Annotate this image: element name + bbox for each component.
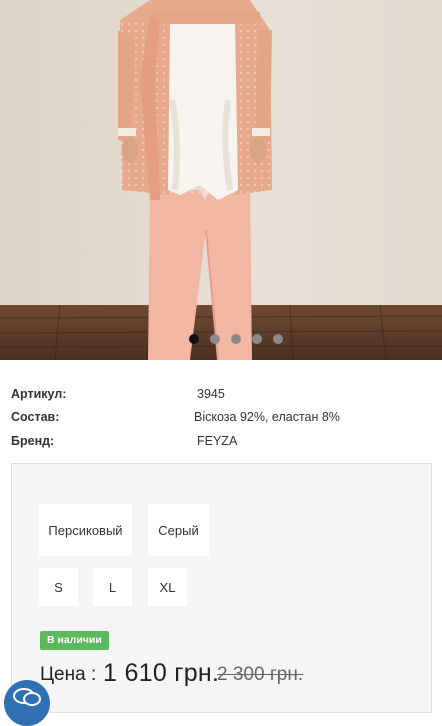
attribute-label: Бренд: — [11, 434, 55, 448]
in-stock-badge: В наличии — [40, 631, 109, 650]
attribute-composition: Состав: Віскоза 92%, еластан 8% — [11, 409, 431, 425]
product-image — [0, 0, 442, 360]
size-option-xl[interactable]: XL — [148, 568, 187, 606]
attribute-label: Состав: — [11, 410, 60, 424]
carousel-dot[interactable] — [231, 334, 241, 344]
price-label: Цена : — [40, 664, 97, 685]
carousel-dot[interactable] — [210, 334, 220, 344]
product-options: Персиковый Серый S L XL В наличии Цена :… — [11, 463, 432, 713]
old-price: 2 300 грн. — [217, 664, 304, 685]
attribute-value: Віскоза 92%, еластан 8% — [194, 410, 340, 424]
attribute-value: FEYZA — [197, 434, 238, 448]
current-price: 1 610 грн. — [103, 659, 220, 687]
carousel-dot[interactable] — [252, 334, 262, 344]
size-option-s[interactable]: S — [39, 568, 78, 606]
color-option-peach[interactable]: Персиковый — [39, 504, 132, 556]
carousel-dot[interactable] — [273, 334, 283, 344]
attribute-value: 3945 — [197, 387, 225, 401]
size-option-l[interactable]: L — [93, 568, 132, 606]
chat-icon — [13, 688, 41, 706]
carousel-dot[interactable] — [189, 334, 199, 344]
product-photo[interactable] — [0, 0, 442, 360]
attribute-brand: Бренд: FEYZA — [11, 433, 431, 449]
color-option-gray[interactable]: Серый — [148, 504, 209, 556]
attribute-sku: Артикул: 3945 — [11, 386, 431, 402]
chat-button[interactable] — [4, 680, 50, 726]
attribute-label: Артикул: — [11, 387, 67, 401]
carousel-dots — [0, 334, 442, 346]
